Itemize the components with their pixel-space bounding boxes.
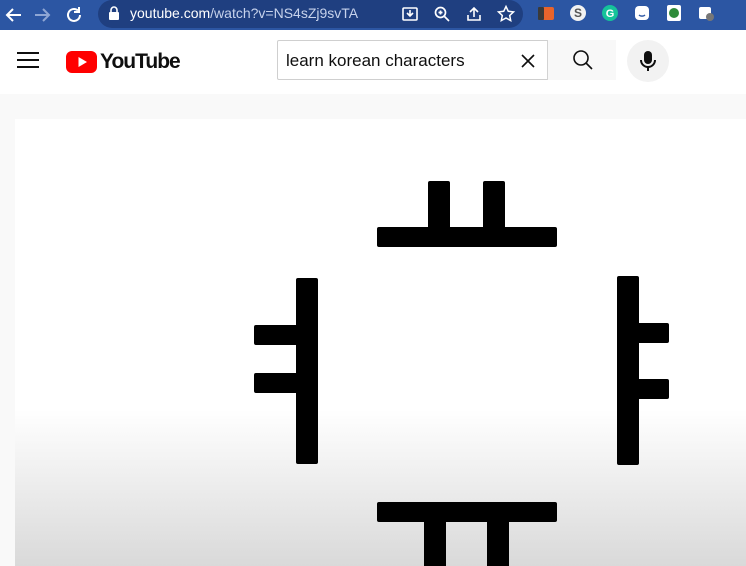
video-player[interactable] xyxy=(15,119,746,566)
menu-icon[interactable] xyxy=(17,52,39,70)
extension-icon-s[interactable]: S xyxy=(569,4,587,22)
youtube-masthead: YouTube xyxy=(0,30,746,94)
youtube-logo[interactable]: YouTube xyxy=(66,50,181,74)
vowel-left-stroke-upper xyxy=(254,325,298,345)
vowel-top-horizontal xyxy=(377,227,557,247)
vowel-top-vertical-left xyxy=(428,181,450,231)
vowel-bottom-horizontal xyxy=(377,502,557,522)
reload-icon[interactable] xyxy=(62,3,86,27)
vowel-right-vertical xyxy=(617,276,639,465)
url-path: /watch?v=NS4sZj9svTA xyxy=(210,5,359,21)
extension-icon-face[interactable] xyxy=(633,4,651,22)
clear-search-icon[interactable] xyxy=(518,51,538,71)
extension-icon-green[interactable] xyxy=(665,4,683,22)
vowel-left-vertical xyxy=(296,278,318,464)
browser-toolbar: youtube.com/watch?v=NS4sZj9svTA S G xyxy=(0,0,746,30)
vowel-left-stroke-lower xyxy=(254,373,298,393)
extension-icon-gear[interactable] xyxy=(697,4,715,22)
share-icon[interactable] xyxy=(464,4,484,24)
microphone-icon xyxy=(640,51,656,71)
voice-search-button[interactable] xyxy=(627,40,669,82)
back-icon[interactable] xyxy=(2,3,26,27)
forward-icon[interactable] xyxy=(30,3,54,27)
vowel-right-stroke-upper xyxy=(637,323,669,343)
search-input[interactable] xyxy=(286,50,506,72)
youtube-play-logo-icon xyxy=(66,51,97,73)
url-domain: youtube.com xyxy=(130,5,211,21)
svg-text:G: G xyxy=(606,8,615,20)
extension-icon-orange[interactable] xyxy=(537,4,555,22)
search-box xyxy=(277,40,616,80)
vowel-bottom-vertical-left xyxy=(424,519,446,566)
vowel-right-stroke-lower xyxy=(637,379,669,399)
grammarly-icon[interactable]: G xyxy=(601,4,619,22)
search-icon xyxy=(573,50,593,70)
lock-icon[interactable] xyxy=(108,6,120,21)
vowel-top-vertical-right xyxy=(483,181,505,231)
svg-text:S: S xyxy=(574,6,582,20)
address-bar[interactable]: youtube.com/watch?v=NS4sZj9svTA xyxy=(98,0,523,28)
zoom-icon[interactable] xyxy=(432,4,452,24)
url-text[interactable]: youtube.com/watch?v=NS4sZj9svTA xyxy=(130,5,358,21)
search-button[interactable] xyxy=(547,40,616,80)
star-icon[interactable] xyxy=(496,4,516,24)
install-icon[interactable] xyxy=(400,4,420,24)
logo-text: YouTube xyxy=(100,50,181,73)
vowel-bottom-vertical-right xyxy=(487,519,509,566)
